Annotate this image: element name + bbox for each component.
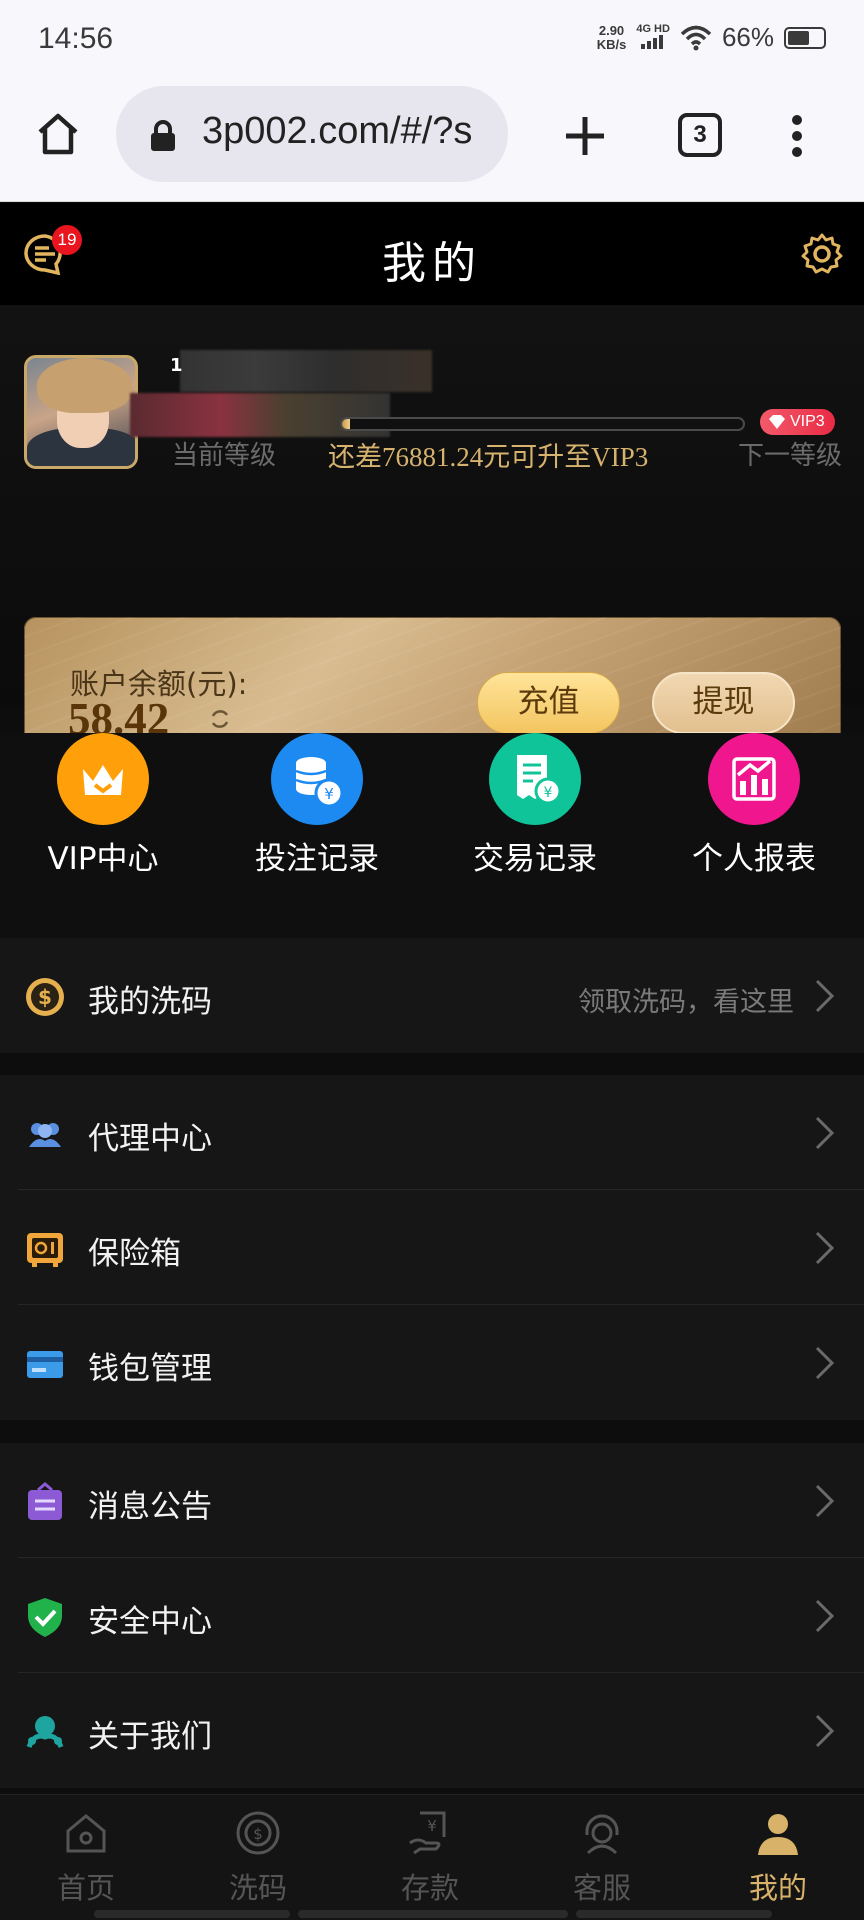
- status-bar: 14:56 2.90 KB/s 4G HD 66%: [0, 0, 864, 80]
- withdraw-button[interactable]: 提现: [652, 672, 795, 734]
- about-icon: [26, 1716, 64, 1748]
- users-icon: [29, 1123, 61, 1147]
- wifi-icon: [680, 25, 712, 50]
- app-header: 19 我的: [0, 203, 864, 305]
- announcement-icon: [28, 1482, 62, 1520]
- wallet-icon: [27, 1351, 63, 1378]
- nav-home[interactable]: 首页: [0, 1809, 172, 1907]
- transaction-records-button[interactable]: ¥ 交易记录: [435, 733, 635, 878]
- current-level-label: 当前等级: [172, 441, 277, 471]
- menu-item-rebate[interactable]: $ 我的洗码 领取洗码，看这里: [0, 938, 864, 1053]
- chevron-right-icon: [815, 1599, 835, 1633]
- status-right: 2.90 KB/s 4G HD 66%: [597, 22, 826, 53]
- menu-item-announcements[interactable]: 消息公告: [0, 1443, 864, 1558]
- nav-support[interactable]: 客服: [516, 1809, 688, 1907]
- receipt-icon: ¥: [489, 733, 581, 825]
- address-bar[interactable]: 3p002.com/#/?s: [116, 86, 508, 182]
- crown-icon: [57, 733, 149, 825]
- redacted-username: [180, 350, 432, 392]
- chevron-right-icon: [815, 1116, 835, 1150]
- signal-icon: 4G HD: [636, 23, 670, 52]
- chevron-right-icon: [815, 979, 835, 1013]
- chevron-right-icon: [815, 1231, 835, 1265]
- menu-group-2: 消息公告 安全中心 关于我们: [0, 1443, 864, 1788]
- url-text: 3p002.com/#/?s: [202, 110, 473, 152]
- next-vip-badge: VIP3: [760, 409, 835, 435]
- upgrade-hint: 还差76881.24元可升至VIP3: [328, 442, 649, 472]
- new-tab-icon[interactable]: [562, 113, 608, 159]
- status-time: 14:56: [38, 22, 114, 55]
- chevron-right-icon: [815, 1484, 835, 1518]
- battery-text: 66%: [721, 22, 774, 52]
- nav-profile[interactable]: 我的: [692, 1809, 864, 1907]
- next-level-label: 下一等级: [737, 441, 842, 471]
- svg-text:$: $: [253, 1825, 263, 1843]
- gesture-bar: [94, 1910, 290, 1918]
- bet-records-button[interactable]: ¥ 投注记录: [217, 733, 417, 878]
- avatar[interactable]: [24, 355, 138, 469]
- tab-switcher-button[interactable]: 3: [678, 113, 722, 157]
- safe-icon: [27, 1233, 63, 1267]
- net-speed: 2.90 KB/s: [596, 22, 627, 52]
- svg-text:¥: ¥: [544, 785, 553, 801]
- menu-item-agent-center[interactable]: 代理中心: [0, 1075, 864, 1190]
- battery-icon: [784, 26, 826, 49]
- svg-text:$: $: [38, 985, 52, 1009]
- bottom-nav: 首页 $ 洗码 ¥ 存款 客服 我的: [0, 1794, 864, 1920]
- browser-toolbar: 3p002.com/#/?s 3: [0, 80, 864, 202]
- support-icon: [516, 1809, 688, 1861]
- nav-deposit[interactable]: ¥ 存款: [344, 1809, 516, 1907]
- chart-icon: [708, 733, 800, 825]
- menu-item-security-center[interactable]: 安全中心: [0, 1558, 864, 1673]
- deposit-button[interactable]: 充值: [477, 672, 620, 734]
- nav-rebate[interactable]: $ 洗码: [172, 1809, 344, 1907]
- profile-section: 1 VIP3 当前等级 还差76881.24元可升至VIP3 下一等级 账户余额…: [0, 305, 864, 791]
- more-menu-icon[interactable]: [790, 114, 804, 158]
- vip-progress-bar: [340, 417, 745, 431]
- chevron-right-icon: [815, 1346, 835, 1380]
- coins-icon: ¥: [271, 733, 363, 825]
- app-page: 19 我的 1 VIP3 当前等级 还差76881.24元可升至VIP3 下一等…: [0, 203, 864, 1920]
- rebate-section: $ 我的洗码 领取洗码，看这里: [0, 938, 864, 1053]
- lock-icon: [151, 120, 175, 151]
- home-icon[interactable]: [34, 110, 82, 158]
- rebate-icon: $: [172, 1809, 344, 1861]
- personal-report-button[interactable]: 个人报表: [654, 733, 854, 878]
- svg-text:¥: ¥: [324, 785, 334, 803]
- svg-text:¥: ¥: [427, 1817, 437, 1835]
- diamond-icon: [769, 415, 785, 429]
- menu-group-1: 代理中心 保险箱 钱包管理: [0, 1075, 864, 1420]
- coin-icon: $: [26, 978, 64, 1016]
- quick-actions: VIP中心 ¥ 投注记录 ¥ 交易记录 个人报表: [0, 733, 864, 938]
- chevron-right-icon: [815, 1714, 835, 1748]
- menu-item-wallet[interactable]: 钱包管理: [0, 1305, 864, 1420]
- menu-item-about-us[interactable]: 关于我们: [0, 1673, 864, 1788]
- home-icon: [0, 1809, 172, 1861]
- username: 1: [170, 355, 183, 376]
- page-title: 我的: [382, 238, 482, 289]
- refresh-icon[interactable]: [208, 707, 232, 731]
- deposit-icon: ¥: [344, 1809, 516, 1861]
- shield-icon: [28, 1598, 62, 1637]
- menu-item-safe-box[interactable]: 保险箱: [0, 1190, 864, 1305]
- gear-icon[interactable]: [800, 232, 844, 276]
- vip-center-button[interactable]: VIP中心: [3, 733, 203, 878]
- profile-icon: [692, 1809, 864, 1861]
